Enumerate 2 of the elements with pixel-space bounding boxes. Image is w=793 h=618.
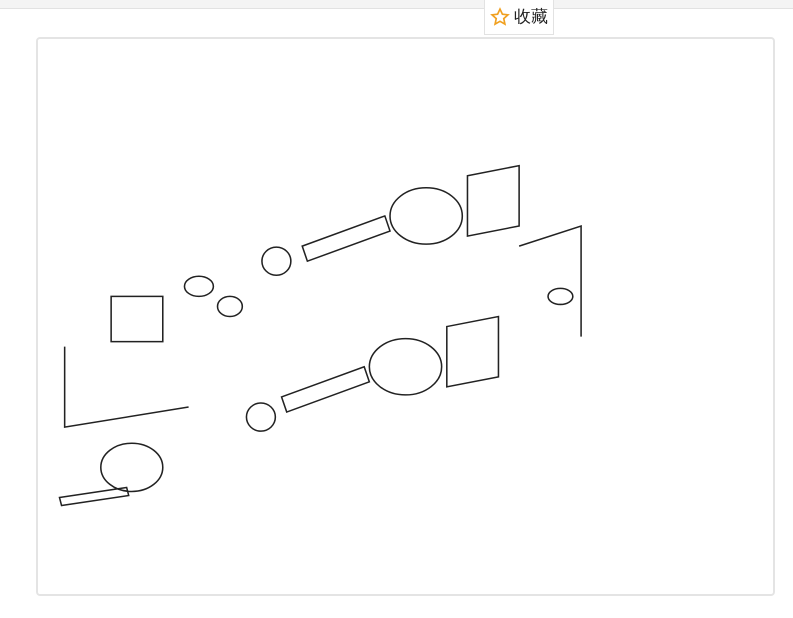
favorite-button[interactable]: 收藏 [484, 0, 554, 35]
star-icon [490, 7, 510, 27]
